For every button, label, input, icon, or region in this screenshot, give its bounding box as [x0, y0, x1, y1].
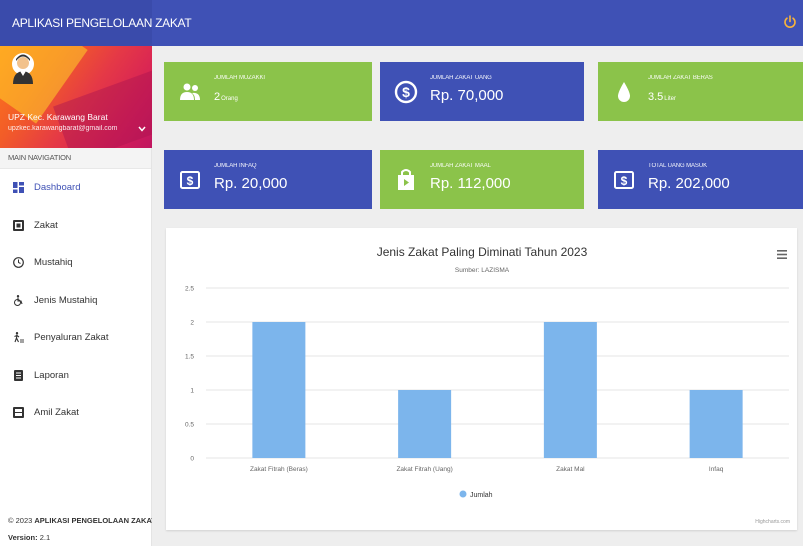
sidebar-item-label: Amil Zakat: [34, 407, 79, 418]
y-tick-label: 1.5: [185, 354, 194, 361]
card-total-uang-masuk[interactable]: $ TOTAL UANG MASUK Rp. 202,000: [598, 150, 803, 209]
card-value: Rp. 202,000: [648, 175, 730, 192]
sidebar-item-label: Penyaluran Zakat: [34, 332, 109, 343]
bag-icon: [398, 169, 414, 190]
sidebar-item-label: Mustahiq: [34, 257, 73, 268]
sidebar-item-jenis-mustahiq[interactable]: Jenis Mustahiq: [0, 282, 151, 320]
sidebar-item-mustahiq[interactable]: Mustahiq: [0, 244, 151, 282]
sidebar-item-label: Jenis Mustahiq: [34, 294, 98, 306]
card-jumlah-zakat-beras[interactable]: JUMLAH ZAKAT BERAS 3.5Liter: [598, 62, 803, 121]
x-tick-label: Zakat Fitrah (Uang): [396, 466, 452, 473]
card-label: JUMLAH ZAKAT MAAL: [430, 163, 491, 169]
card-value: 2Orang: [214, 91, 238, 103]
y-tick-label: 0.5: [185, 422, 194, 429]
chart-credits: Highcharts.com: [755, 519, 790, 525]
mustahiq-icon: [13, 257, 24, 268]
version-text: Version: 2.1: [8, 533, 51, 542]
app-title[interactable]: APLIKASI PENGELOLAAN ZAKAT: [0, 0, 192, 46]
chart-panel: Jenis Zakat Paling Diminati Tahun 2023 S…: [166, 228, 797, 530]
dollar-icon: $: [394, 80, 418, 104]
chart-subtitle: Sumber: LAZISMA: [455, 267, 510, 274]
bar-3[interactable]: [543, 322, 597, 458]
user-profile-panel: UPZ Kec. Karawang Barat upzkec.karawangb…: [0, 46, 152, 148]
sidebar-item-label: Dashboard: [34, 182, 81, 193]
chart-menu-icon[interactable]: [777, 250, 787, 259]
sidebar-item-laporan[interactable]: Laporan: [0, 357, 151, 395]
legend-label: Jumlah: [470, 492, 493, 499]
bar-2[interactable]: [398, 390, 452, 458]
card-value: Rp. 112,000: [430, 175, 511, 192]
top-navbar: APLIKASI PENGELOLAAN ZAKAT: [0, 0, 803, 46]
sidebar-item-zakat[interactable]: Zakat: [0, 207, 151, 245]
svg-text:$: $: [402, 84, 410, 100]
avatar: [12, 53, 34, 84]
y-tick-label: 1: [190, 388, 194, 395]
bar-4[interactable]: [689, 390, 743, 458]
copyright-text: © 2023 APLIKASI PENGELOLAAN ZAKAT.: [8, 516, 158, 525]
amil-icon: [13, 407, 24, 418]
bar-1[interactable]: [252, 322, 306, 458]
y-tick-label: 2: [190, 320, 194, 327]
card-value: Rp. 70,000: [430, 87, 504, 104]
walking-icon: [14, 332, 24, 343]
main-content: JUMLAH MUZAKKI 2Orang $ JUMLAH ZAKAT UAN…: [152, 46, 803, 546]
sidebar: UPZ Kec. Karawang Barat upzkec.karawangb…: [0, 46, 157, 546]
card-label: TOTAL UANG MASUK: [648, 163, 707, 169]
card-jumlah-zakat-uang[interactable]: $ JUMLAH ZAKAT UANG Rp. 70,000: [380, 62, 584, 121]
sidebar-item-penyaluran-zakat[interactable]: Penyaluran Zakat: [0, 319, 151, 357]
card-jumlah-muzakki[interactable]: JUMLAH MUZAKKI 2Orang: [164, 62, 372, 121]
card-label: JUMLAH ZAKAT BERAS: [648, 75, 713, 81]
drop-icon: [618, 82, 630, 102]
profile-name: UPZ Kec. Karawang Barat: [8, 112, 108, 122]
sidebar-item-label: Laporan: [34, 369, 69, 381]
y-tick-label: 2.5: [185, 286, 194, 293]
card-label: JUMLAH INFAQ: [214, 163, 257, 169]
y-tick-label: 0: [190, 456, 194, 463]
profile-email: upzkec.karawangbarat@gmail.com: [8, 125, 118, 132]
card-jumlah-zakat-maal[interactable]: JUMLAH ZAKAT MAAL Rp. 112,000: [380, 150, 584, 209]
card-label: JUMLAH ZAKAT UANG: [430, 75, 492, 81]
x-tick-label: Zakat Fitrah (Beras): [250, 466, 308, 473]
svg-text:$: $: [621, 174, 628, 188]
card-value: 3.5Liter: [648, 91, 676, 103]
power-icon[interactable]: [783, 15, 797, 29]
users-icon: [180, 83, 200, 100]
dashboard-icon: [13, 182, 24, 193]
card-jumlah-infaq[interactable]: $ JUMLAH INFAQ Rp. 20,000: [164, 150, 372, 209]
wheelchair-icon: [14, 294, 23, 306]
card-value: Rp. 20,000: [214, 175, 288, 192]
sidebar-item-dashboard[interactable]: Dashboard: [0, 169, 151, 207]
sidebar-item-label: Zakat: [34, 219, 58, 231]
chevron-down-icon[interactable]: [138, 126, 146, 132]
legend-marker: [459, 490, 467, 498]
x-tick-label: Zakat Mal: [556, 466, 585, 473]
nav-header: MAIN NAVIGATION: [0, 148, 151, 169]
report-icon: [14, 369, 23, 381]
money-icon: $: [614, 171, 634, 189]
svg-text:$: $: [187, 174, 194, 188]
card-label: JUMLAH MUZAKKI: [214, 75, 265, 81]
x-tick-label: Infaq: [709, 466, 724, 473]
zakat-icon: [13, 219, 24, 231]
chart-title: Jenis Zakat Paling Diminati Tahun 2023: [377, 245, 588, 259]
money-icon: $: [180, 171, 200, 189]
bar-chart: Jenis Zakat Paling Diminati Tahun 2023 S…: [185, 245, 790, 525]
sidebar-item-amil-zakat[interactable]: Amil Zakat: [0, 394, 151, 432]
